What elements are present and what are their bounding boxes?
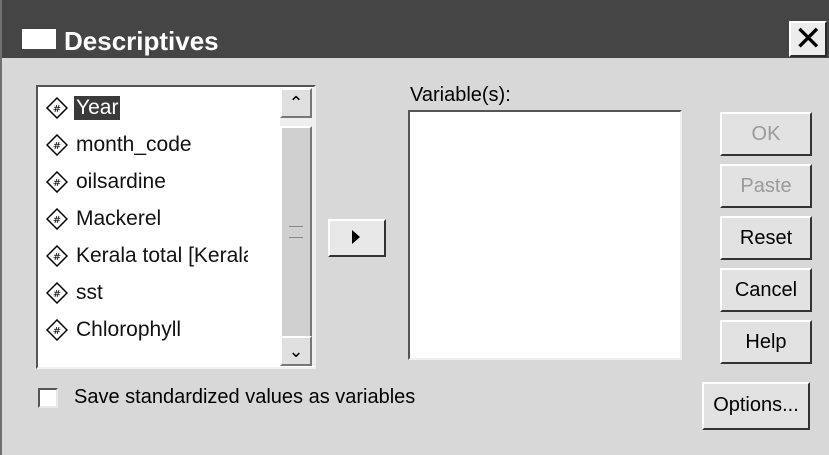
list-item[interactable]: # month_code (46, 128, 248, 162)
svg-text:#: # (53, 215, 61, 226)
scale-variable-icon: # (46, 171, 68, 193)
scale-variable-icon: # (46, 245, 68, 267)
list-item[interactable]: # oilsardine (46, 165, 248, 199)
svg-text:#: # (53, 252, 61, 263)
list-item-label: Kerala total [Keralat (76, 244, 248, 267)
variables-label: Variable(s): (410, 84, 511, 106)
list-item[interactable]: # sst (46, 276, 248, 310)
scale-variable-icon: # (46, 282, 68, 304)
scale-variable-icon: # (46, 134, 68, 156)
svg-text:#: # (53, 326, 61, 337)
cancel-button[interactable]: Cancel (720, 268, 812, 312)
list-item[interactable]: # Kerala total [Keralat (46, 239, 248, 273)
window-icon (22, 29, 56, 49)
list-item[interactable]: # Chlorophyll (46, 313, 248, 347)
scale-variable-icon: # (46, 208, 68, 230)
source-variable-list[interactable]: # Year # month_code # oilsardine # Macke… (36, 85, 316, 369)
svg-text:#: # (53, 178, 61, 189)
descriptives-dialog: Descriptives ✕ # Year # month_code # oil… (0, 0, 829, 455)
scroll-thumb[interactable] (280, 126, 312, 338)
target-variable-list[interactable] (408, 110, 682, 360)
svg-text:#: # (53, 141, 61, 152)
help-button[interactable]: Help (720, 320, 812, 364)
scale-variable-icon: # (46, 319, 68, 341)
grip-icon (289, 226, 303, 238)
close-button[interactable]: ✕ (789, 20, 827, 58)
options-button[interactable]: Options... (702, 382, 810, 430)
list-scrollbar[interactable]: ⌃ ⌄ (280, 88, 314, 366)
close-icon: ✕ (794, 20, 823, 58)
window-title: Descriptives (64, 26, 219, 56)
save-standardized-label[interactable]: Save standardized values as variables (74, 386, 415, 409)
list-item-label: month_code (76, 133, 192, 156)
svg-text:#: # (53, 104, 61, 115)
scale-variable-icon: # (46, 97, 68, 119)
reset-button[interactable]: Reset (720, 216, 812, 260)
list-item-label: Year (74, 96, 121, 120)
chevron-down-icon: ⌄ (288, 341, 304, 361)
list-item-label: oilsardine (76, 170, 166, 193)
ok-button[interactable]: OK (720, 112, 812, 156)
list-item[interactable]: # Mackerel (46, 202, 248, 236)
list-item-label: Mackerel (76, 207, 162, 230)
list-item-label: sst (76, 281, 103, 304)
list-item[interactable]: # Year (46, 91, 121, 125)
paste-button[interactable]: Paste (720, 164, 812, 208)
move-variable-button[interactable] (328, 219, 386, 257)
scroll-up-button[interactable]: ⌃ (280, 88, 312, 118)
svg-text:#: # (53, 289, 61, 300)
chevron-up-icon: ⌃ (288, 93, 304, 113)
scroll-down-button[interactable]: ⌄ (280, 336, 312, 366)
save-standardized-checkbox[interactable] (38, 388, 58, 408)
list-item-label: Chlorophyll (76, 318, 182, 341)
title-bar[interactable]: Descriptives ✕ (2, 0, 829, 58)
arrow-right-icon (352, 230, 360, 244)
